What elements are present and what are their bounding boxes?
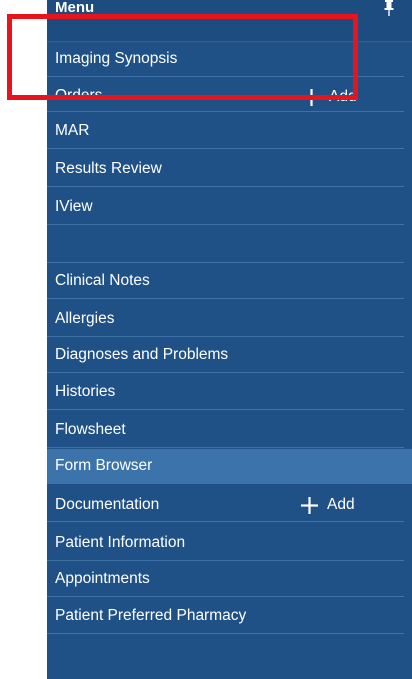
menu-item-label: Clinical Notes: [55, 272, 150, 289]
menu-item-imaging-synopsis[interactable]: Imaging Synopsis: [47, 42, 404, 77]
menu-item-form-browser[interactable]: Form Browser: [47, 449, 412, 484]
menu-item-documentation[interactable]: Documentation Add: [47, 487, 404, 522]
menu-item-label: Patient Information: [55, 534, 186, 551]
menu-item-diagnoses-and-problems[interactable]: Diagnoses and Problems: [47, 338, 404, 373]
menu-item-patient-information[interactable]: Patient Information: [47, 526, 404, 561]
menu-item-label: IView: [55, 198, 93, 215]
menu-item-mar[interactable]: MAR: [47, 114, 404, 149]
menu-item-patient-preferred-pharmacy[interactable]: Patient Preferred Pharmacy: [47, 599, 404, 634]
menu-item-results-review[interactable]: Results Review: [47, 152, 404, 187]
menu-panel: Menu Imaging Synopsis Orders Add MAR Res…: [47, 0, 412, 679]
menu-item-label: Results Review: [55, 160, 162, 177]
menu-item-label: Appointments: [55, 570, 150, 587]
menu-item-label: MAR: [55, 122, 90, 139]
menu-item-histories[interactable]: Histories: [47, 375, 404, 410]
menu-item-allergies[interactable]: Allergies: [47, 302, 404, 337]
menu-item-label: Diagnoses and Problems: [55, 346, 229, 363]
menu-item-label: Imaging Synopsis: [55, 50, 178, 67]
plus-icon: [303, 88, 320, 106]
menu-item-appointments[interactable]: Appointments: [47, 562, 404, 597]
menu-title: Menu: [55, 0, 95, 16]
pin-icon[interactable]: [384, 0, 394, 18]
plus-icon: [301, 496, 318, 514]
menu-item-orders[interactable]: Orders Add: [47, 77, 404, 112]
menu-item-flowsheet[interactable]: Flowsheet: [47, 413, 404, 448]
menu-item-label: Allergies: [55, 310, 115, 327]
orders-add-button[interactable]: Add: [303, 85, 357, 109]
menu-item-clinical-notes[interactable]: Clinical Notes: [47, 264, 404, 299]
menu-item-label: Orders: [55, 87, 103, 104]
documentation-add-button[interactable]: Add: [301, 493, 355, 517]
menu-item-label: Form Browser: [55, 457, 153, 474]
menu-item-label: Documentation: [55, 496, 160, 513]
menu-item-label: Flowsheet: [55, 421, 126, 438]
add-label: Add: [329, 88, 357, 105]
menu-item-iview[interactable]: IView: [47, 190, 404, 225]
menu-item-blank: [47, 227, 404, 263]
add-label: Add: [327, 496, 355, 513]
menu-item-label: Patient Preferred Pharmacy: [55, 607, 247, 624]
menu-item-label: Histories: [55, 383, 116, 400]
menu-header: Menu: [47, 0, 412, 42]
